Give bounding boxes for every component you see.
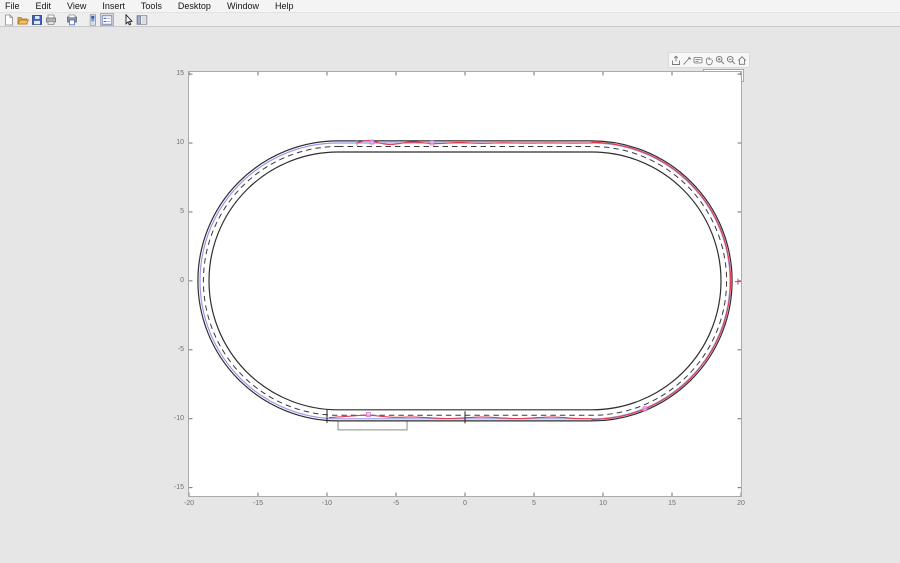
annotation-box [338, 422, 407, 430]
home-icon [737, 55, 747, 66]
save-figure-button[interactable] [30, 13, 44, 26]
track-outer-edge [198, 141, 732, 421]
export-button[interactable] [671, 55, 681, 66]
brush-button[interactable] [682, 55, 692, 66]
cross-marker [735, 279, 741, 285]
trajectory-line [329, 141, 730, 420]
track-centerline [203, 147, 726, 416]
zoom-in-button[interactable] [715, 55, 725, 66]
figure-toolbar [0, 13, 900, 27]
insert-colorbar-button[interactable] [86, 13, 100, 26]
print-figure-icon [45, 14, 57, 26]
print-figure-button[interactable] [44, 13, 58, 26]
export-icon [671, 55, 681, 66]
menu-tools[interactable]: Tools [133, 0, 170, 12]
print-preview-icon [66, 14, 78, 26]
x-tick-label: -20 [177, 500, 201, 507]
y-tick-label: 5 [158, 208, 184, 215]
pan-icon [704, 55, 714, 66]
trajectory-marker [370, 140, 374, 144]
print-preview-button[interactable] [65, 13, 79, 26]
property-inspector-button[interactable] [135, 13, 149, 26]
y-tick-label: -15 [158, 484, 184, 491]
insert-colorbar-icon [87, 14, 99, 26]
brush-icon [682, 55, 692, 66]
menu-insert[interactable]: Insert [94, 0, 133, 12]
restore-view-button[interactable] [737, 55, 747, 66]
reference-line-bahn [200, 143, 730, 419]
trajectory-marker [366, 413, 370, 417]
insert-legend-icon [101, 14, 113, 26]
x-tick-label: -10 [315, 500, 339, 507]
axes-toolbar [668, 52, 750, 68]
y-tick-label: 15 [158, 70, 184, 77]
y-tick-label: 0 [158, 277, 184, 284]
x-tick-label: 20 [729, 500, 753, 507]
track-inner-edge [209, 152, 721, 410]
datatips-button[interactable] [693, 55, 703, 66]
menu-bar: File Edit View Insert Tools Desktop Wind… [0, 0, 900, 13]
zoom-in-icon [715, 55, 725, 66]
menu-help[interactable]: Help [267, 0, 302, 12]
menu-view[interactable]: View [59, 0, 94, 12]
plot-canvas [189, 72, 741, 496]
x-tick-label: -15 [246, 500, 270, 507]
pan-button[interactable] [704, 55, 714, 66]
x-tick-label: 15 [660, 500, 684, 507]
x-tick-label: 0 [453, 500, 477, 507]
matlab-figure-window: { "window": { "background": "#e6e6e6" },… [0, 0, 900, 563]
axes-plot-area[interactable] [188, 71, 742, 497]
y-tick-label: -10 [158, 415, 184, 422]
y-tick-label: 10 [158, 139, 184, 146]
edit-plot-icon [122, 14, 134, 26]
new-figure-icon [3, 14, 15, 26]
property-inspector-icon [136, 14, 148, 26]
menu-edit[interactable]: Edit [28, 0, 60, 12]
x-tick-label: 10 [591, 500, 615, 507]
y-tick-label: -5 [158, 346, 184, 353]
edit-plot-button[interactable] [121, 13, 135, 26]
datatips-icon [693, 55, 703, 66]
menu-desktop[interactable]: Desktop [170, 0, 219, 12]
insert-legend-button[interactable] [100, 13, 114, 26]
open-file-button[interactable] [16, 13, 30, 26]
new-figure-button[interactable] [2, 13, 16, 26]
zoom-out-icon [726, 55, 736, 66]
x-tick-label: -5 [384, 500, 408, 507]
open-file-icon [17, 14, 29, 26]
menu-window[interactable]: Window [219, 0, 267, 12]
trajectory-marker [430, 141, 434, 145]
zoom-out-button[interactable] [726, 55, 736, 66]
save-figure-icon [31, 14, 43, 26]
menu-file[interactable]: File [0, 0, 28, 12]
x-tick-label: 5 [522, 500, 546, 507]
trajectory-marker [643, 407, 647, 411]
